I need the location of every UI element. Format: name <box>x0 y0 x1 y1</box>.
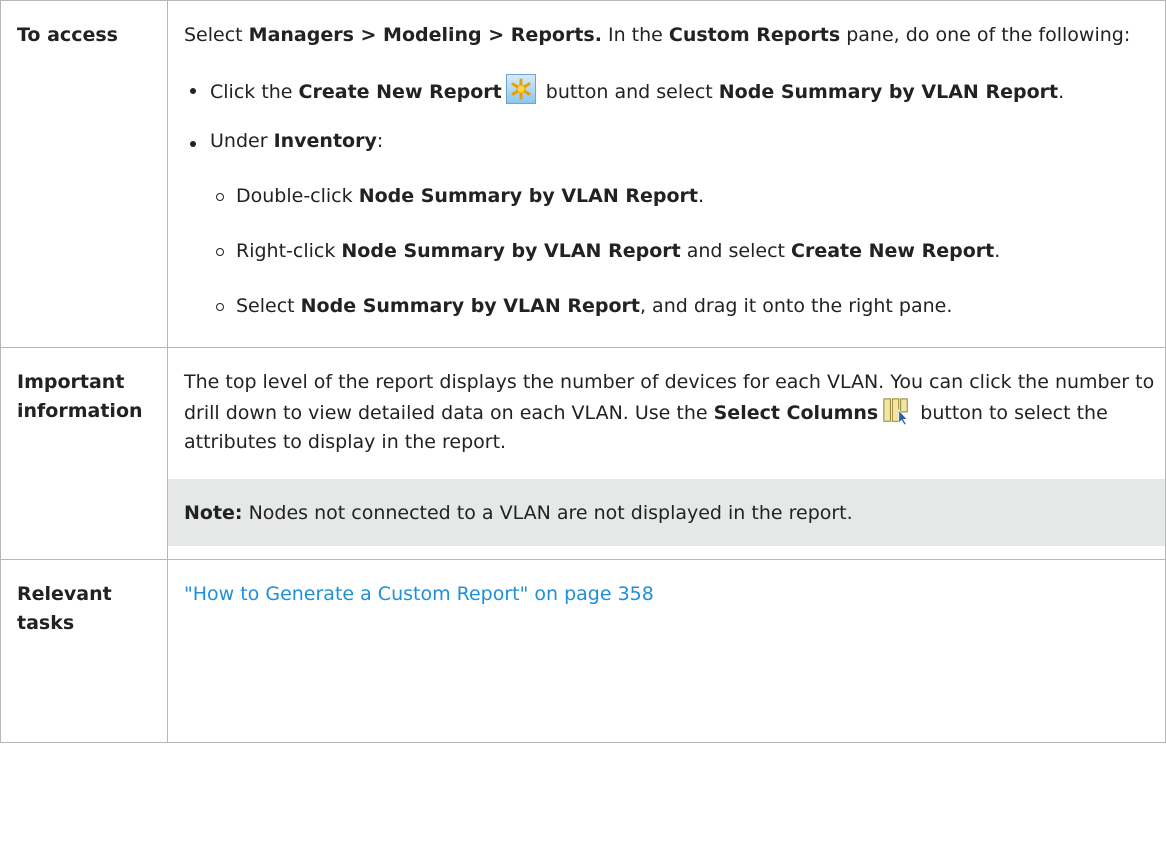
menu-path: Managers > Modeling > Reports. <box>248 24 602 46</box>
list-item: Right-click Node Summary by VLAN Report … <box>210 237 1157 266</box>
access-intro: Select Managers > Modeling > Reports. In… <box>184 24 1131 46</box>
custom-report-link[interactable]: "How to Generate a Custom Report" on pag… <box>184 583 654 605</box>
access-content: Select Managers > Modeling > Reports. In… <box>167 0 1166 348</box>
list-item: Click the Create New Report button and s… <box>184 74 1157 107</box>
list-item: Select Node Summary by VLAN Report, and … <box>210 292 1157 321</box>
info-content: The top level of the report displays the… <box>167 347 1166 560</box>
row-to-access: To access Select Managers > Modeling > R… <box>0 0 1166 348</box>
note-box: Note: Nodes not connected to a VLAN are … <box>168 479 1166 546</box>
list-item: Under Inventory: Double-click Node Summa… <box>184 127 1157 321</box>
create-new-report-icon <box>505 74 536 104</box>
note-label: Note: <box>184 502 243 524</box>
pane-name: Custom Reports <box>668 24 841 46</box>
select-columns-label: Select Columns <box>713 402 879 424</box>
access-options: Click the Create New Report button and s… <box>184 74 1157 321</box>
row-label-access: To access <box>0 0 168 348</box>
row-label-tasks: Relevant tasks <box>0 559 168 743</box>
note-text: Nodes not connected to a VLAN are not di… <box>242 502 853 524</box>
create-new-report-label: Create New Report <box>298 81 502 103</box>
row-label-info: Important information <box>0 347 168 560</box>
tasks-content: "How to Generate a Custom Report" on pag… <box>167 559 1166 743</box>
inventory-label: Inventory <box>273 130 377 152</box>
row-relevant-tasks: Relevant tasks "How to Generate a Custom… <box>0 559 1166 743</box>
reference-table: To access Select Managers > Modeling > R… <box>0 0 1166 743</box>
row-important-information: Important information The top level of t… <box>0 347 1166 560</box>
select-columns-icon <box>883 398 909 425</box>
info-text: The top level of the report displays the… <box>184 371 1155 453</box>
inventory-options: Double-click Node Summary by VLAN Report… <box>210 182 1157 321</box>
list-item: Double-click Node Summary by VLAN Report… <box>210 182 1157 211</box>
